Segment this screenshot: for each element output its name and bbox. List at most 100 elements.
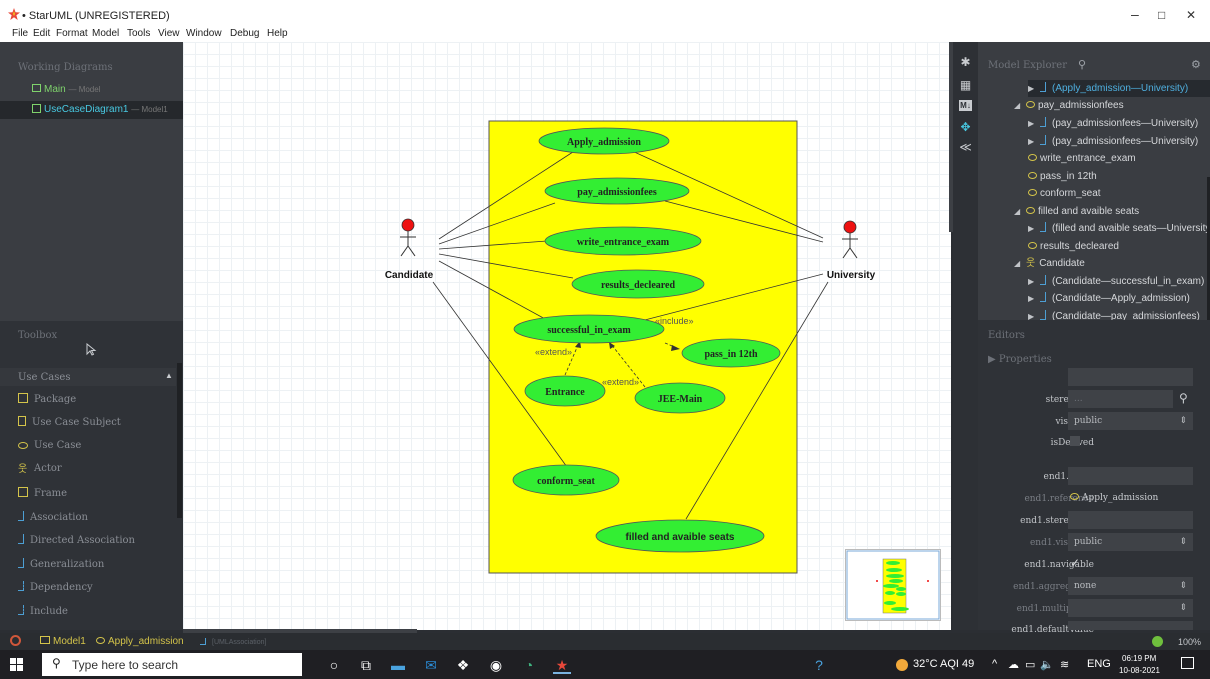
working-diagram-usecase[interactable]: UseCaseDiagram1 — Model1: [0, 101, 183, 119]
navigator-icon[interactable]: ✥: [959, 121, 972, 134]
navigable-checkbox[interactable]: ✓: [1070, 556, 1080, 570]
markdown-icon[interactable]: M↓: [959, 100, 972, 111]
tree-item[interactable]: ▶ (Candidate—successful_in_exam): [1028, 273, 1204, 290]
close-button[interactable]: ✕: [1186, 8, 1196, 22]
tree-item[interactable]: ◢ pay_admissionfees: [1014, 97, 1124, 114]
notification-icon[interactable]: [1181, 657, 1194, 669]
prop-visibility-select[interactable]: public ⇕: [1068, 412, 1193, 430]
usecase-diagram[interactable]: Candidate University Apply_admission pay…: [183, 42, 951, 630]
prop-stereotype-input[interactable]: ...: [1068, 390, 1173, 408]
status-model[interactable]: Model1: [40, 636, 86, 647]
menu-debug[interactable]: Debug: [230, 28, 259, 39]
actor-university[interactable]: [842, 220, 858, 259]
expand-arrow-icon[interactable]: ▶: [1028, 133, 1040, 150]
zoom-level[interactable]: 100%: [1178, 637, 1201, 647]
grid-icon[interactable]: ▦: [959, 79, 972, 92]
mail-icon[interactable]: ✉: [422, 656, 440, 674]
clock-date[interactable]: 10-08-2021: [1119, 666, 1160, 675]
cortana-icon[interactable]: ○: [325, 656, 343, 674]
tree-item[interactable]: conform_seat: [1028, 185, 1101, 202]
help-icon[interactable]: ?: [810, 656, 828, 674]
minimize-button[interactable]: –: [1131, 6, 1139, 22]
tool-include[interactable]: Include: [18, 605, 68, 617]
actor-candidate[interactable]: [400, 218, 416, 257]
battery-icon[interactable]: ▭: [1025, 658, 1035, 671]
collapse-arrow-icon[interactable]: ◢: [1014, 203, 1026, 220]
prop-end1-visibility-select[interactable]: public ⇕: [1068, 533, 1193, 551]
task-view-icon[interactable]: ⧉: [357, 656, 375, 674]
menu-file[interactable]: File: [12, 28, 28, 39]
prop-end1-name-input[interactable]: [1068, 467, 1193, 485]
menu-window[interactable]: Window: [186, 28, 222, 39]
tree-item[interactable]: ▶ (Candidate—Apply_admission): [1028, 290, 1190, 307]
prop-name-input[interactable]: [1068, 368, 1193, 386]
tool-association[interactable]: Association: [18, 511, 88, 523]
tool-package[interactable]: Package: [18, 393, 76, 405]
tree-item[interactable]: ◢ 웃 Candidate: [1014, 255, 1085, 272]
maximize-button[interactable]: □: [1158, 8, 1165, 22]
menu-format[interactable]: Format: [56, 28, 88, 39]
weather-text[interactable]: 32°C AQI 49: [913, 658, 974, 670]
dropbox-icon[interactable]: ❖: [454, 656, 472, 674]
tool-frame[interactable]: Frame: [18, 487, 67, 499]
puzzle-icon[interactable]: ✱: [959, 56, 972, 69]
staruml-taskbar-icon[interactable]: ★: [553, 656, 571, 674]
validation-check-icon[interactable]: [1152, 636, 1163, 647]
working-diagram-main[interactable]: Main — Model: [32, 84, 100, 95]
search-icon[interactable]: ⚲: [1179, 391, 1188, 405]
pointer-tool-icon[interactable]: [85, 343, 97, 356]
file-explorer-icon[interactable]: ▬: [389, 656, 407, 674]
tree-item[interactable]: write_entrance_exam: [1028, 150, 1136, 167]
edge-icon[interactable]: ◔: [520, 656, 538, 674]
wifi-icon[interactable]: ≋: [1060, 658, 1069, 671]
menu-tools[interactable]: Tools: [127, 28, 150, 39]
tree-item[interactable]: ▶ (pay_admissionfees—University): [1028, 133, 1198, 150]
expand-arrow-icon[interactable]: ▶: [1028, 308, 1040, 320]
menu-model[interactable]: Model: [92, 28, 119, 39]
tool-actor[interactable]: 웃 Actor: [18, 463, 62, 475]
diagram-minimap[interactable]: [845, 549, 941, 621]
menu-edit[interactable]: Edit: [33, 28, 50, 39]
expand-arrow-icon[interactable]: ▶: [1028, 115, 1040, 132]
search-icon[interactable]: ⚲: [1078, 58, 1086, 71]
tool-dependency[interactable]: Dependency: [18, 581, 93, 593]
tool-directed-association[interactable]: Directed Association: [18, 534, 135, 546]
gear-icon[interactable]: ⚙: [1191, 58, 1201, 71]
prop-end1-aggregation-select[interactable]: none ⇕: [1068, 577, 1193, 595]
tool-generalization[interactable]: Generalization: [18, 558, 104, 570]
expand-arrow-icon[interactable]: ▶: [1028, 290, 1040, 307]
menu-view[interactable]: View: [158, 28, 180, 39]
weather-icon[interactable]: [896, 659, 908, 671]
status-element[interactable]: Apply_admission: [96, 636, 184, 647]
clock-time[interactable]: 06:19 PM: [1122, 654, 1156, 663]
language-indicator[interactable]: ENG: [1087, 658, 1111, 670]
tree-item[interactable]: ▶ (Apply_admission—University): [1028, 80, 1210, 97]
prop-end1-multiplicity-select[interactable]: ⇕: [1068, 599, 1193, 617]
collapse-arrow-icon[interactable]: ◢: [1014, 255, 1026, 272]
toolbox-section-usecases[interactable]: Use Cases ▲: [0, 368, 176, 386]
status-type[interactable]: [UMLAssociation]: [200, 638, 266, 646]
menu-help[interactable]: Help: [267, 28, 288, 39]
collapse-arrow-icon[interactable]: ◢: [1014, 97, 1026, 114]
tree-item[interactable]: ▶ (filled and avaible seats—University: [1028, 220, 1210, 237]
isderived-checkbox[interactable]: [1070, 436, 1080, 446]
toolbox-scrollbar[interactable]: [177, 363, 182, 518]
share-icon[interactable]: ≪: [959, 141, 972, 154]
tree-item[interactable]: ▶ (Candidate—pay_admissionfees): [1028, 308, 1200, 320]
windows-start-icon[interactable]: [10, 658, 23, 671]
prop-end1-reference[interactable]: Apply_admission: [1070, 493, 1158, 503]
prop-end1-stereotype-input[interactable]: [1068, 511, 1193, 529]
tree-item[interactable]: results_decleared: [1028, 238, 1119, 255]
taskbar-search-box[interactable]: ⚲ Type here to search: [42, 653, 302, 676]
tree-item[interactable]: ▶ (pay_admissionfees—University): [1028, 115, 1198, 132]
tool-use-case-subject[interactable]: Use Case Subject: [18, 416, 121, 428]
expand-arrow-icon[interactable]: ▶: [1028, 220, 1040, 237]
expand-arrow-icon[interactable]: ▶: [1028, 273, 1040, 290]
tree-item[interactable]: pass_in 12th: [1028, 168, 1097, 185]
volume-icon[interactable]: 🔈: [1040, 658, 1054, 671]
tool-use-case[interactable]: Use Case: [18, 440, 81, 451]
prop-end1-defaultvalue-input[interactable]: [1068, 621, 1193, 630]
expand-arrow-icon[interactable]: ▶: [1028, 80, 1040, 97]
onedrive-icon[interactable]: ☁: [1008, 658, 1019, 671]
obs-icon[interactable]: ◉: [487, 656, 505, 674]
